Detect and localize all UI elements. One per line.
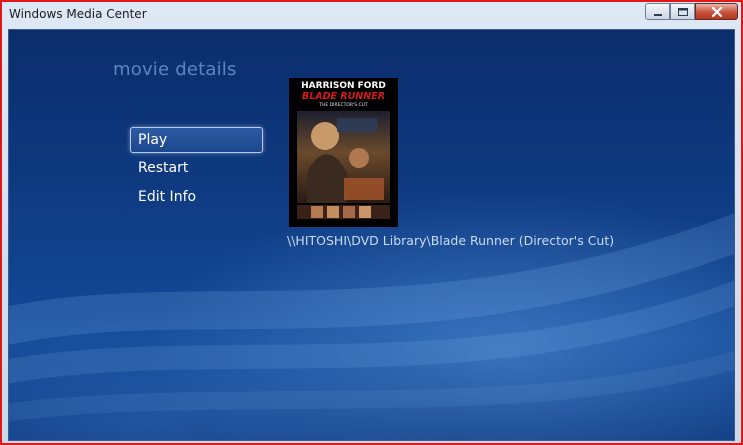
maximize-icon [678,8,688,16]
restart-button[interactable]: Restart [130,156,263,182]
poster-edition: THE DIRECTOR'S CUT [318,102,368,108]
poster-title: BLADE RUNNER [302,91,385,102]
restart-button-label: Restart [138,160,189,176]
page-heading: movie details [113,59,237,80]
close-icon [711,6,723,18]
movie-file-path: \\HITOSHI\DVD Library\Blade Runner (Dire… [287,233,615,248]
poster-art: HARRISON FORD BLADE RUNNER THE DIRECTOR'… [289,78,398,227]
edit-info-button[interactable]: Edit Info [130,185,263,211]
window-title: Windows Media Center [9,7,147,21]
maximize-button[interactable] [670,3,695,20]
poster-actor: HARRISON FORD [301,81,386,91]
media-center-window: Windows Media Center movie details Play … [0,0,743,445]
media-center-content: movie details Play Restart Edit Info HAR… [8,29,735,441]
minimize-icon [654,14,662,16]
edit-info-button-label: Edit Info [138,189,197,205]
play-button[interactable]: Play [130,127,263,153]
movie-poster[interactable]: HARRISON FORD BLADE RUNNER THE DIRECTOR'… [289,78,398,227]
close-button[interactable] [695,3,738,20]
play-button-label: Play [138,132,168,148]
title-bar[interactable]: Windows Media Center [2,2,741,28]
minimize-button[interactable] [645,3,670,20]
